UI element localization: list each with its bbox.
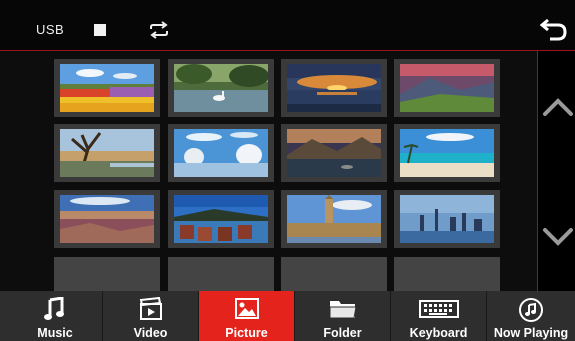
nav-video[interactable]: Video: [103, 291, 199, 341]
thumbnail-placeholder: [168, 257, 274, 291]
thumbnail-lake-mountains[interactable]: [281, 124, 387, 182]
thumbnail-placeholder: [54, 257, 160, 291]
side-divider: [537, 51, 538, 291]
nav-music[interactable]: Music: [8, 291, 103, 341]
top-bar: USB: [0, 0, 575, 50]
thumbnail-canyon[interactable]: [54, 190, 160, 248]
thumbnail-snow-trees[interactable]: [168, 124, 274, 182]
thumbnail-sunset-sea[interactable]: [281, 59, 387, 117]
music-note-icon: [44, 297, 64, 320]
thumbnail-tropical-beach[interactable]: [394, 124, 500, 182]
back-icon[interactable]: [540, 17, 568, 43]
thumbnail-mountain-sunset[interactable]: [394, 59, 500, 117]
nav-keyboard[interactable]: Keyboard: [391, 291, 487, 341]
chevron-down-icon[interactable]: [541, 222, 575, 252]
nav-keyboard-label: Keyboard: [409, 326, 468, 340]
thumbnail-boats-dock[interactable]: [168, 190, 274, 248]
picture-grid: [0, 51, 537, 291]
thumbnail-big-ben-london[interactable]: [281, 190, 387, 248]
thumbnail-city-skyline[interactable]: [394, 190, 500, 248]
bottom-nav-bar: Music Video Picture Folder Keyboard Now …: [0, 291, 575, 341]
thumbnail-tulip-field[interactable]: [54, 59, 160, 117]
nav-music-label: Music: [37, 326, 73, 340]
thumbnail-placeholder: [394, 257, 500, 291]
nav-video-label: Video: [133, 326, 168, 340]
folder-icon: [329, 301, 357, 319]
nav-now-playing[interactable]: Now Playing: [487, 291, 575, 341]
thumbnail-swan-lake[interactable]: [168, 59, 274, 117]
video-icon: [139, 297, 162, 320]
thumbnail-placeholder: [281, 257, 387, 291]
stop-icon[interactable]: [94, 24, 106, 36]
keyboard-icon: [418, 300, 459, 318]
usb-source-label[interactable]: USB: [36, 22, 64, 37]
now-playing-icon: [519, 298, 543, 322]
repeat-icon[interactable]: [148, 21, 170, 39]
nav-now-playing-label: Now Playing: [493, 326, 569, 340]
nav-folder-label: Folder: [323, 326, 362, 340]
thumbnail-tree-river[interactable]: [54, 124, 160, 182]
nav-folder[interactable]: Folder: [295, 291, 391, 341]
nav-picture[interactable]: Picture: [199, 291, 295, 341]
picture-icon: [234, 298, 259, 319]
nav-picture-label: Picture: [225, 326, 268, 340]
chevron-up-icon[interactable]: [541, 92, 575, 122]
